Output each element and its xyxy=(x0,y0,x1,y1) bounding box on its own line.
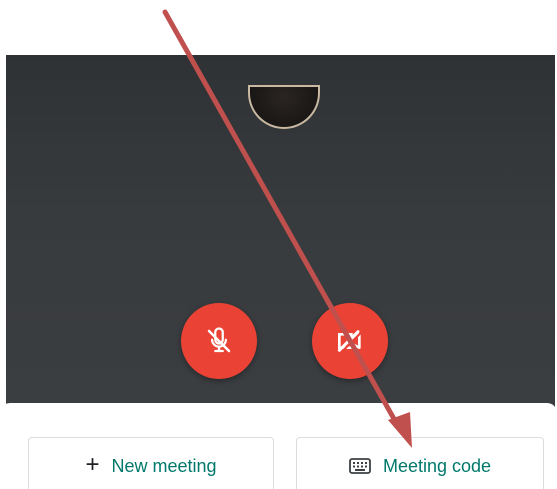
self-view-person xyxy=(248,85,320,129)
new-meeting-button[interactable]: + New meeting xyxy=(28,437,274,489)
mic-off-icon xyxy=(207,327,231,353)
meeting-code-button[interactable]: Meeting code xyxy=(296,437,544,489)
mic-toggle-button[interactable] xyxy=(181,303,257,379)
plus-icon: + xyxy=(85,451,100,478)
keyboard-icon xyxy=(349,458,371,474)
meet-home-screen: + New meeting Meeting code xyxy=(0,0,557,489)
meeting-code-label: Meeting code xyxy=(382,455,492,476)
video-preview xyxy=(6,55,555,415)
new-meeting-label: New meeting xyxy=(111,455,217,476)
videocam-off-icon xyxy=(337,330,362,353)
camera-toggle-button[interactable] xyxy=(312,303,388,379)
